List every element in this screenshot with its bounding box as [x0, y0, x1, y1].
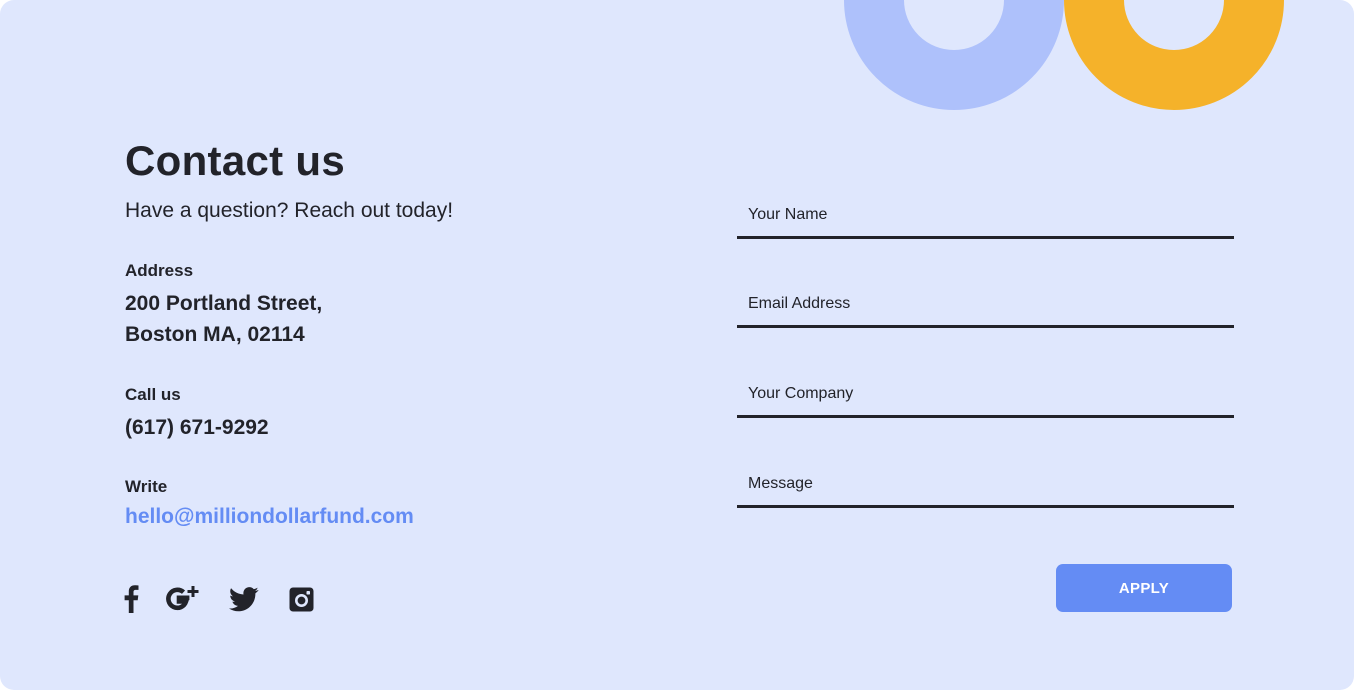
company-field [737, 372, 1234, 418]
twitter-link[interactable] [228, 584, 260, 614]
apply-button[interactable]: APPLY [1056, 564, 1232, 612]
facebook-icon [124, 585, 139, 613]
email-field [737, 282, 1234, 328]
blue-ring-shape [844, 0, 1064, 110]
facebook-link[interactable] [122, 584, 140, 614]
address-line-2: Boston MA, 02114 [125, 323, 305, 346]
twitter-icon [229, 586, 259, 611]
yellow-ring-shape [1064, 0, 1284, 110]
phone-label: Call us [125, 385, 181, 404]
google-plus-icon [166, 586, 199, 611]
phone-number: (617) 671-9292 [125, 416, 269, 439]
email-link[interactable]: hello@milliondollarfund.com [125, 505, 414, 529]
contact-card: Contact us Have a question? Reach out to… [0, 0, 1354, 690]
write-label: Write [125, 477, 168, 496]
message-input[interactable] [737, 462, 1234, 505]
message-field [737, 462, 1234, 508]
name-field [737, 193, 1234, 239]
instagram-icon [289, 587, 313, 611]
page-subtitle: Have a question? Reach out today! [125, 199, 454, 222]
address-label: Address [125, 261, 194, 280]
company-input[interactable] [737, 372, 1234, 415]
page-title: Contact us [125, 137, 346, 184]
google-plus-link[interactable] [166, 584, 200, 614]
email-input[interactable] [737, 282, 1234, 325]
instagram-link[interactable] [288, 584, 314, 614]
address-line-1: 200 Portland Street, [125, 292, 323, 315]
name-input[interactable] [737, 193, 1234, 236]
